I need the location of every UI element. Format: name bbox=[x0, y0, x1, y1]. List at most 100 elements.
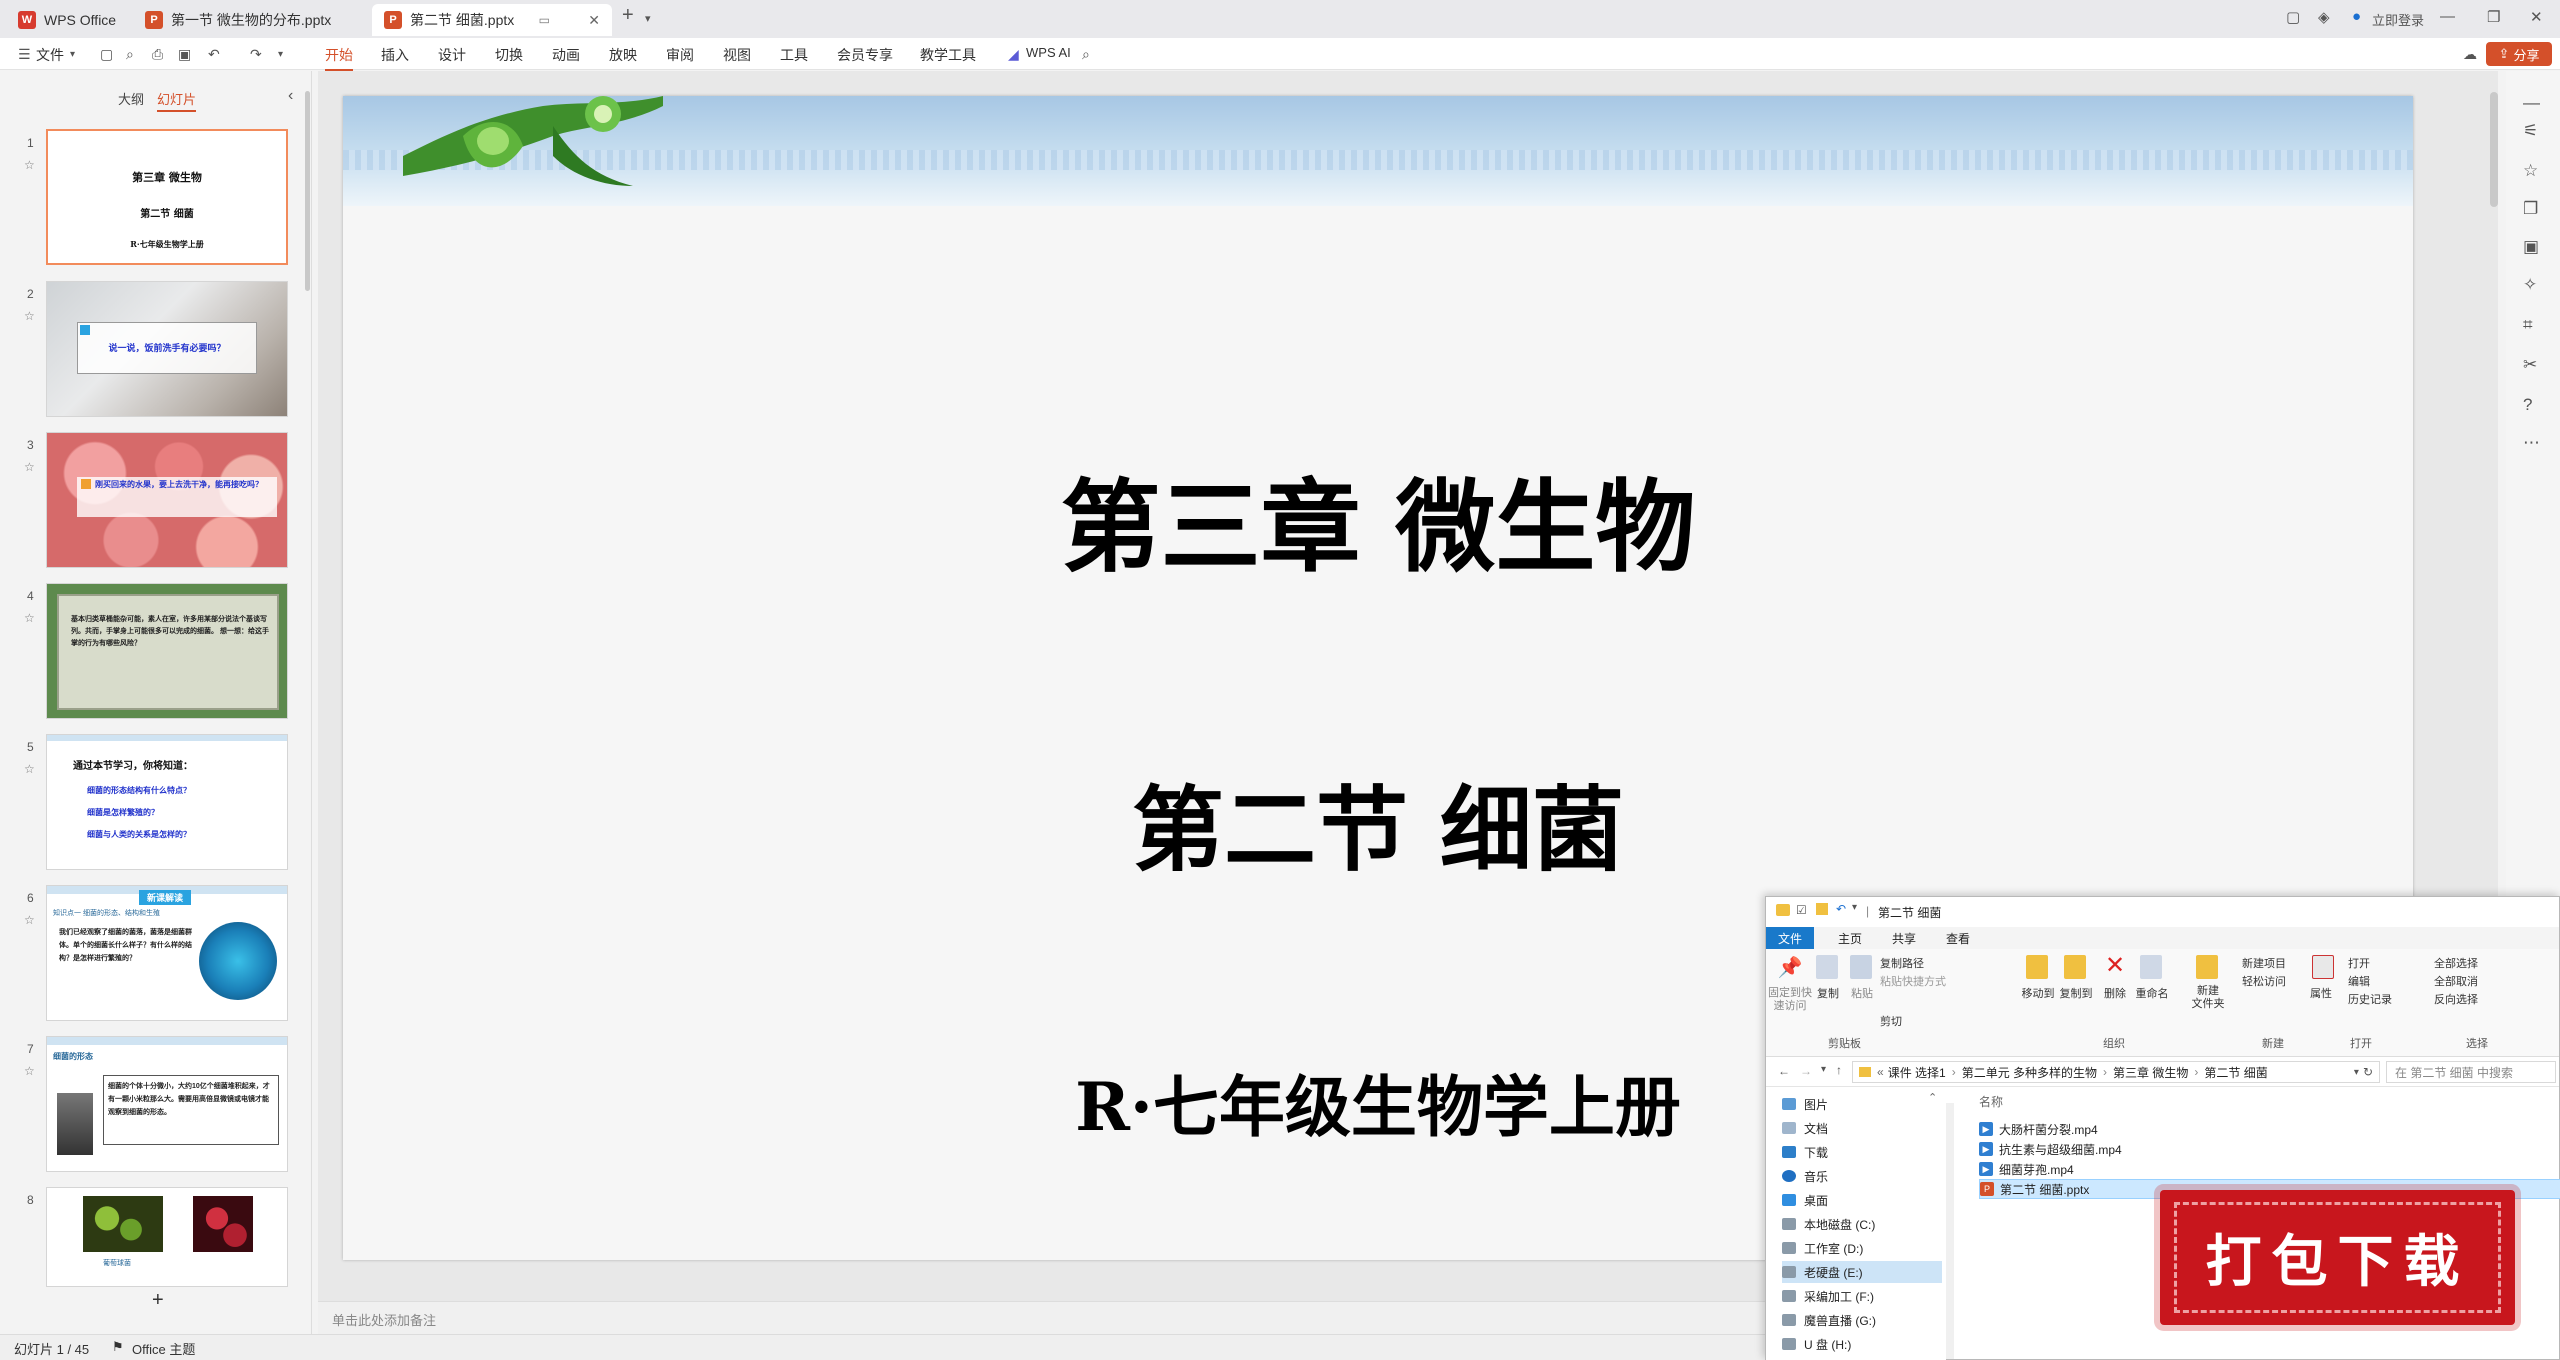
path-segment[interactable]: 第三章 微生物 bbox=[2113, 1064, 2188, 1081]
open-button[interactable]: 打开 bbox=[2348, 955, 2370, 971]
nav-item-pictures[interactable]: 图片 bbox=[1782, 1093, 1942, 1115]
paste-label[interactable]: 粘贴 bbox=[1850, 985, 1874, 1001]
delete-icon[interactable]: ✕ bbox=[2104, 951, 2126, 980]
rename-icon[interactable] bbox=[2140, 955, 2162, 979]
menu-icon[interactable]: ☰ bbox=[18, 46, 31, 63]
edit-button[interactable]: 编辑 bbox=[2348, 973, 2370, 989]
tab-design[interactable]: 设计 bbox=[438, 45, 466, 65]
tab-slideshow[interactable]: 放映 bbox=[609, 45, 637, 65]
nav-item-desktop[interactable]: 桌面 bbox=[1782, 1189, 1942, 1211]
nav-item-downloads[interactable]: 下载 bbox=[1782, 1141, 1942, 1163]
path-segment[interactable]: 课件 选择1 bbox=[1888, 1064, 1946, 1081]
nav-item-drive-h[interactable]: U 盘 (H:) bbox=[1782, 1333, 1942, 1355]
move-to-button[interactable]: 移动到 bbox=[2018, 985, 2058, 1001]
undo-icon[interactable]: ↶ bbox=[208, 46, 220, 63]
easy-access-button[interactable]: 轻松访问 bbox=[2242, 973, 2286, 989]
chevron-down-icon[interactable]: ▾ bbox=[1821, 1064, 1826, 1075]
tab-document-1[interactable]: P 第一节 微生物的分布.pptx bbox=[133, 4, 369, 36]
chevron-down-icon[interactable]: ▾ bbox=[278, 49, 283, 60]
new-folder-button[interactable]: 新建 文件夹 bbox=[2188, 985, 2228, 1011]
properties-icon[interactable] bbox=[2312, 955, 2334, 979]
star-icon[interactable]: ☆ bbox=[2523, 161, 2538, 181]
nav-item-drive-c[interactable]: 本地磁盘 (C:) bbox=[1782, 1213, 1942, 1235]
back-icon[interactable]: ← bbox=[1778, 1064, 1790, 1078]
more-icon[interactable]: ⋯ bbox=[2523, 433, 2540, 453]
address-path[interactable]: « 课件 选择1 › 第二单元 多种多样的生物 › 第三章 微生物 › 第二节 … bbox=[1852, 1061, 2380, 1083]
star-icon[interactable]: ☆ bbox=[24, 460, 35, 474]
cut-button[interactable]: 剪切 bbox=[1880, 1013, 1902, 1029]
star-icon[interactable]: ☆ bbox=[24, 913, 35, 927]
copy-label[interactable]: 复制 bbox=[1816, 985, 1840, 1001]
select-all-button[interactable]: 全部选择 bbox=[2434, 955, 2478, 971]
tab-slides[interactable]: 幻灯片 bbox=[157, 89, 197, 112]
close-tab-icon[interactable]: ✕ bbox=[588, 12, 600, 29]
pin-button[interactable]: 📌 bbox=[1772, 955, 1808, 980]
download-package-button[interactable]: 打包下载 bbox=[2160, 1190, 2515, 1325]
tab-home[interactable]: 主页 bbox=[1838, 930, 1862, 947]
skin-icon[interactable]: ◈ bbox=[2318, 8, 2330, 26]
chevron-down-icon[interactable]: ▾ bbox=[2354, 1067, 2359, 1078]
cut-icon[interactable]: ✂ bbox=[2523, 355, 2537, 375]
nav-item-drive-g[interactable]: 魔兽直播 (G:) bbox=[1782, 1309, 1942, 1331]
open-icon[interactable]: ⌕ bbox=[126, 46, 134, 63]
copy-path-button[interactable]: 复制路径 bbox=[1880, 955, 1924, 971]
forward-icon[interactable]: → bbox=[1800, 1064, 1812, 1078]
login-link[interactable]: 立即登录 bbox=[2372, 10, 2424, 29]
tab-file[interactable]: 文件 bbox=[1766, 927, 1815, 949]
tab-animation[interactable]: 动画 bbox=[552, 45, 580, 65]
slide-thumbnail-3[interactable]: 刚买回来的水果，要上去洗干净，能再接吃吗？ bbox=[46, 432, 288, 568]
slide-thumbnail-4[interactable]: 基本归类草桶能杂可能，素人在室，许多用某部分说法个基谈写列。共而，手掌身上可能很… bbox=[46, 583, 288, 719]
tab-review[interactable]: 审阅 bbox=[666, 45, 694, 65]
column-header-name[interactable]: 名称 bbox=[1979, 1093, 2003, 1110]
star-icon[interactable]: ☆ bbox=[24, 762, 35, 776]
star-icon[interactable]: ☆ bbox=[24, 158, 35, 172]
delete-button[interactable]: 删除 bbox=[2100, 985, 2130, 1001]
thumbnail-scrollbar[interactable] bbox=[305, 91, 310, 291]
select-none-button[interactable]: 全部取消 bbox=[2434, 973, 2478, 989]
cloud-icon[interactable]: ☁ bbox=[2463, 46, 2477, 63]
chevron-down-icon[interactable]: ▾ bbox=[70, 49, 75, 60]
properties-button[interactable]: 属性 bbox=[2306, 985, 2336, 1001]
nav-item-drive-f[interactable]: 采编加工 (F:) bbox=[1782, 1285, 1942, 1307]
file-item[interactable]: ▶ 抗生素与超级细菌.mp4 bbox=[1979, 1139, 2128, 1159]
nav-item-music[interactable]: 音乐 bbox=[1782, 1165, 1942, 1187]
tab-transition[interactable]: 切换 bbox=[495, 45, 523, 65]
tab-home[interactable]: 开始 bbox=[325, 45, 353, 71]
explorer-search-input[interactable]: 在 第二节 细菌 中搜索 bbox=[2386, 1061, 2556, 1083]
new-folder-icon[interactable] bbox=[1816, 903, 1828, 915]
slide-thumbnail-1[interactable]: 第三章 微生物 第二节 细菌 R·七年级生物学上册 bbox=[46, 129, 288, 265]
tab-outline[interactable]: 大纲 bbox=[118, 89, 144, 108]
rename-button[interactable]: 重命名 bbox=[2134, 985, 2170, 1001]
tab-insert[interactable]: 插入 bbox=[381, 45, 409, 65]
tab-teaching-tools[interactable]: 教学工具 bbox=[920, 45, 976, 65]
properties-icon[interactable]: ☑ bbox=[1796, 903, 1807, 917]
redo-icon[interactable]: ↷ bbox=[250, 46, 262, 63]
image-icon[interactable]: ▣ bbox=[2523, 237, 2539, 257]
history-button[interactable]: 历史记录 bbox=[2348, 991, 2392, 1007]
slide-thumbnail-6[interactable]: 新课解读 知识点一 细菌的形态、结构和生殖 我们已经观察了细菌的菌落，菌落是细菌… bbox=[46, 885, 288, 1021]
copy-to-icon[interactable] bbox=[2064, 955, 2086, 979]
tab-tools[interactable]: 工具 bbox=[780, 45, 808, 65]
slide-thumbnail-7[interactable]: 细菌的形态 细菌的个体十分微小，大约10亿个细菌堆积起来，才有一颗小米粒那么大。… bbox=[46, 1036, 288, 1172]
layout-icon[interactable]: ▢ bbox=[2286, 8, 2300, 26]
undo-icon[interactable]: ↶ bbox=[1836, 902, 1846, 916]
theme-name[interactable]: Office 主题 bbox=[132, 1339, 195, 1358]
minimize-icon[interactable]: — bbox=[2440, 8, 2455, 25]
file-item[interactable]: ▶ 细菌芽孢.mp4 bbox=[1979, 1159, 2080, 1179]
magic-icon[interactable]: ✧ bbox=[2523, 275, 2537, 295]
tab-wps-office[interactable]: W WPS Office bbox=[6, 4, 131, 36]
window-icon[interactable]: ▭ bbox=[539, 13, 550, 27]
paste-icon[interactable] bbox=[1850, 955, 1872, 979]
chevron-down-icon[interactable]: ▾ bbox=[1852, 902, 1857, 913]
nav-item-drive-e[interactable]: 老硬盘 (E:) bbox=[1782, 1261, 1942, 1283]
new-item-button[interactable]: 新建项目 bbox=[2242, 955, 2286, 971]
nav-item-drive-d[interactable]: 工作室 (D:) bbox=[1782, 1237, 1942, 1259]
adjust-icon[interactable]: ⚟ bbox=[2523, 121, 2538, 141]
copy-icon[interactable]: ❐ bbox=[2523, 199, 2538, 219]
new-doc-icon[interactable]: ▢ bbox=[100, 46, 113, 63]
bookmark-icon[interactable]: ⌗ bbox=[2523, 315, 2533, 335]
share-button[interactable]: ⇪ 分享 bbox=[2486, 42, 2552, 66]
add-slide-button[interactable]: + bbox=[152, 1289, 164, 1312]
slide-thumbnail-8[interactable]: 葡萄球菌 bbox=[46, 1187, 288, 1287]
slide-thumbnail-5[interactable]: 通过本节学习，你将知道： 细菌的形态结构有什么特点？ 细菌是怎样繁殖的？ 细菌与… bbox=[46, 734, 288, 870]
